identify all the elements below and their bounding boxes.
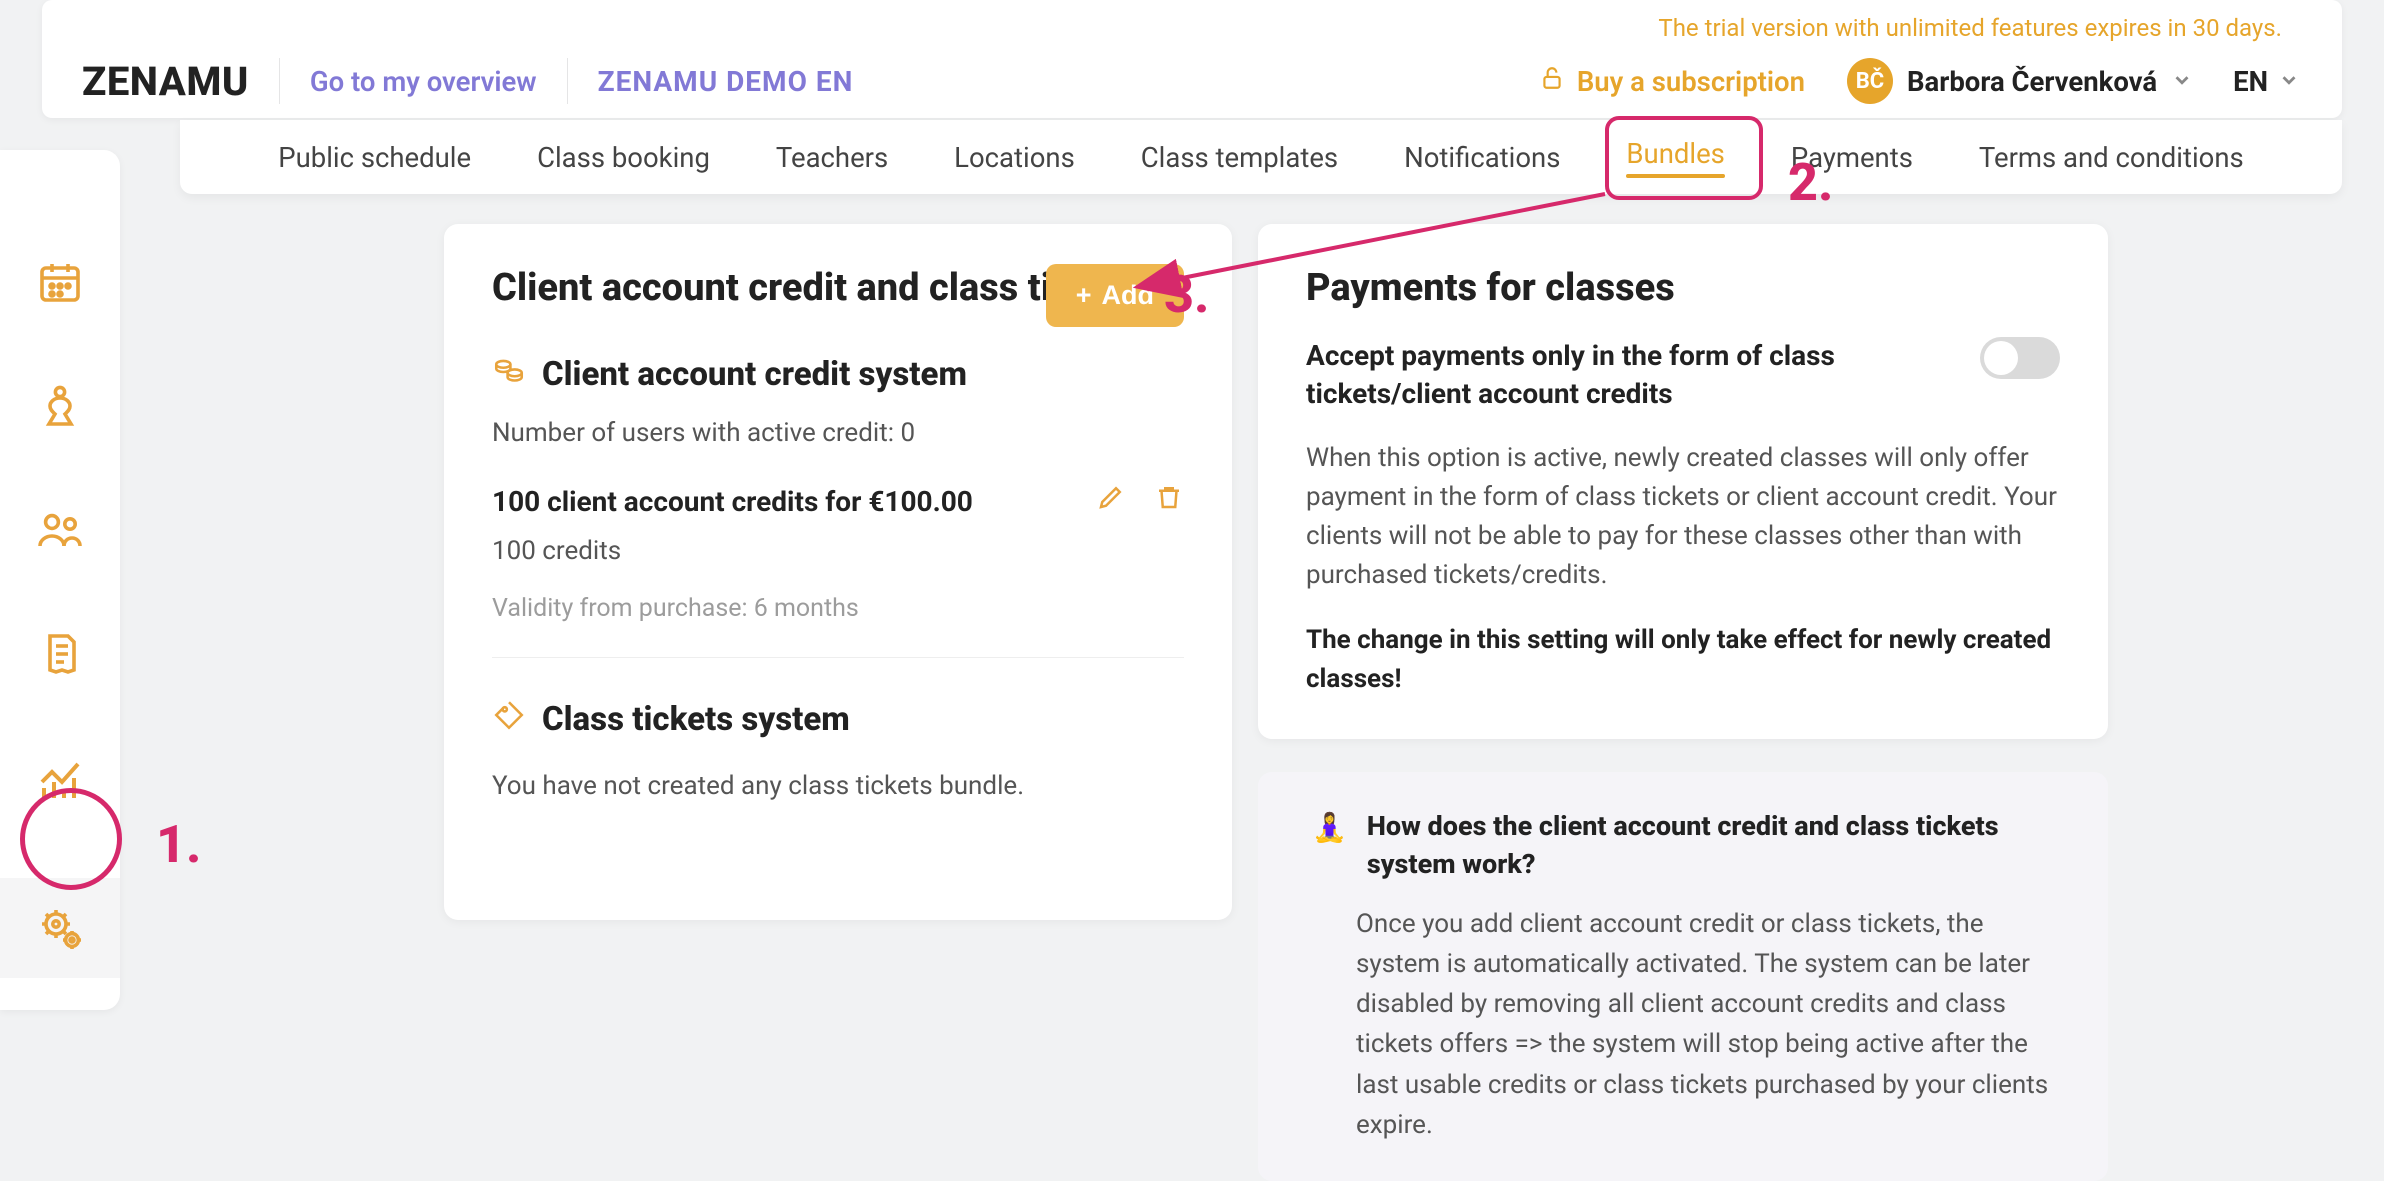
annotation-arrow (0, 0, 2384, 1166)
